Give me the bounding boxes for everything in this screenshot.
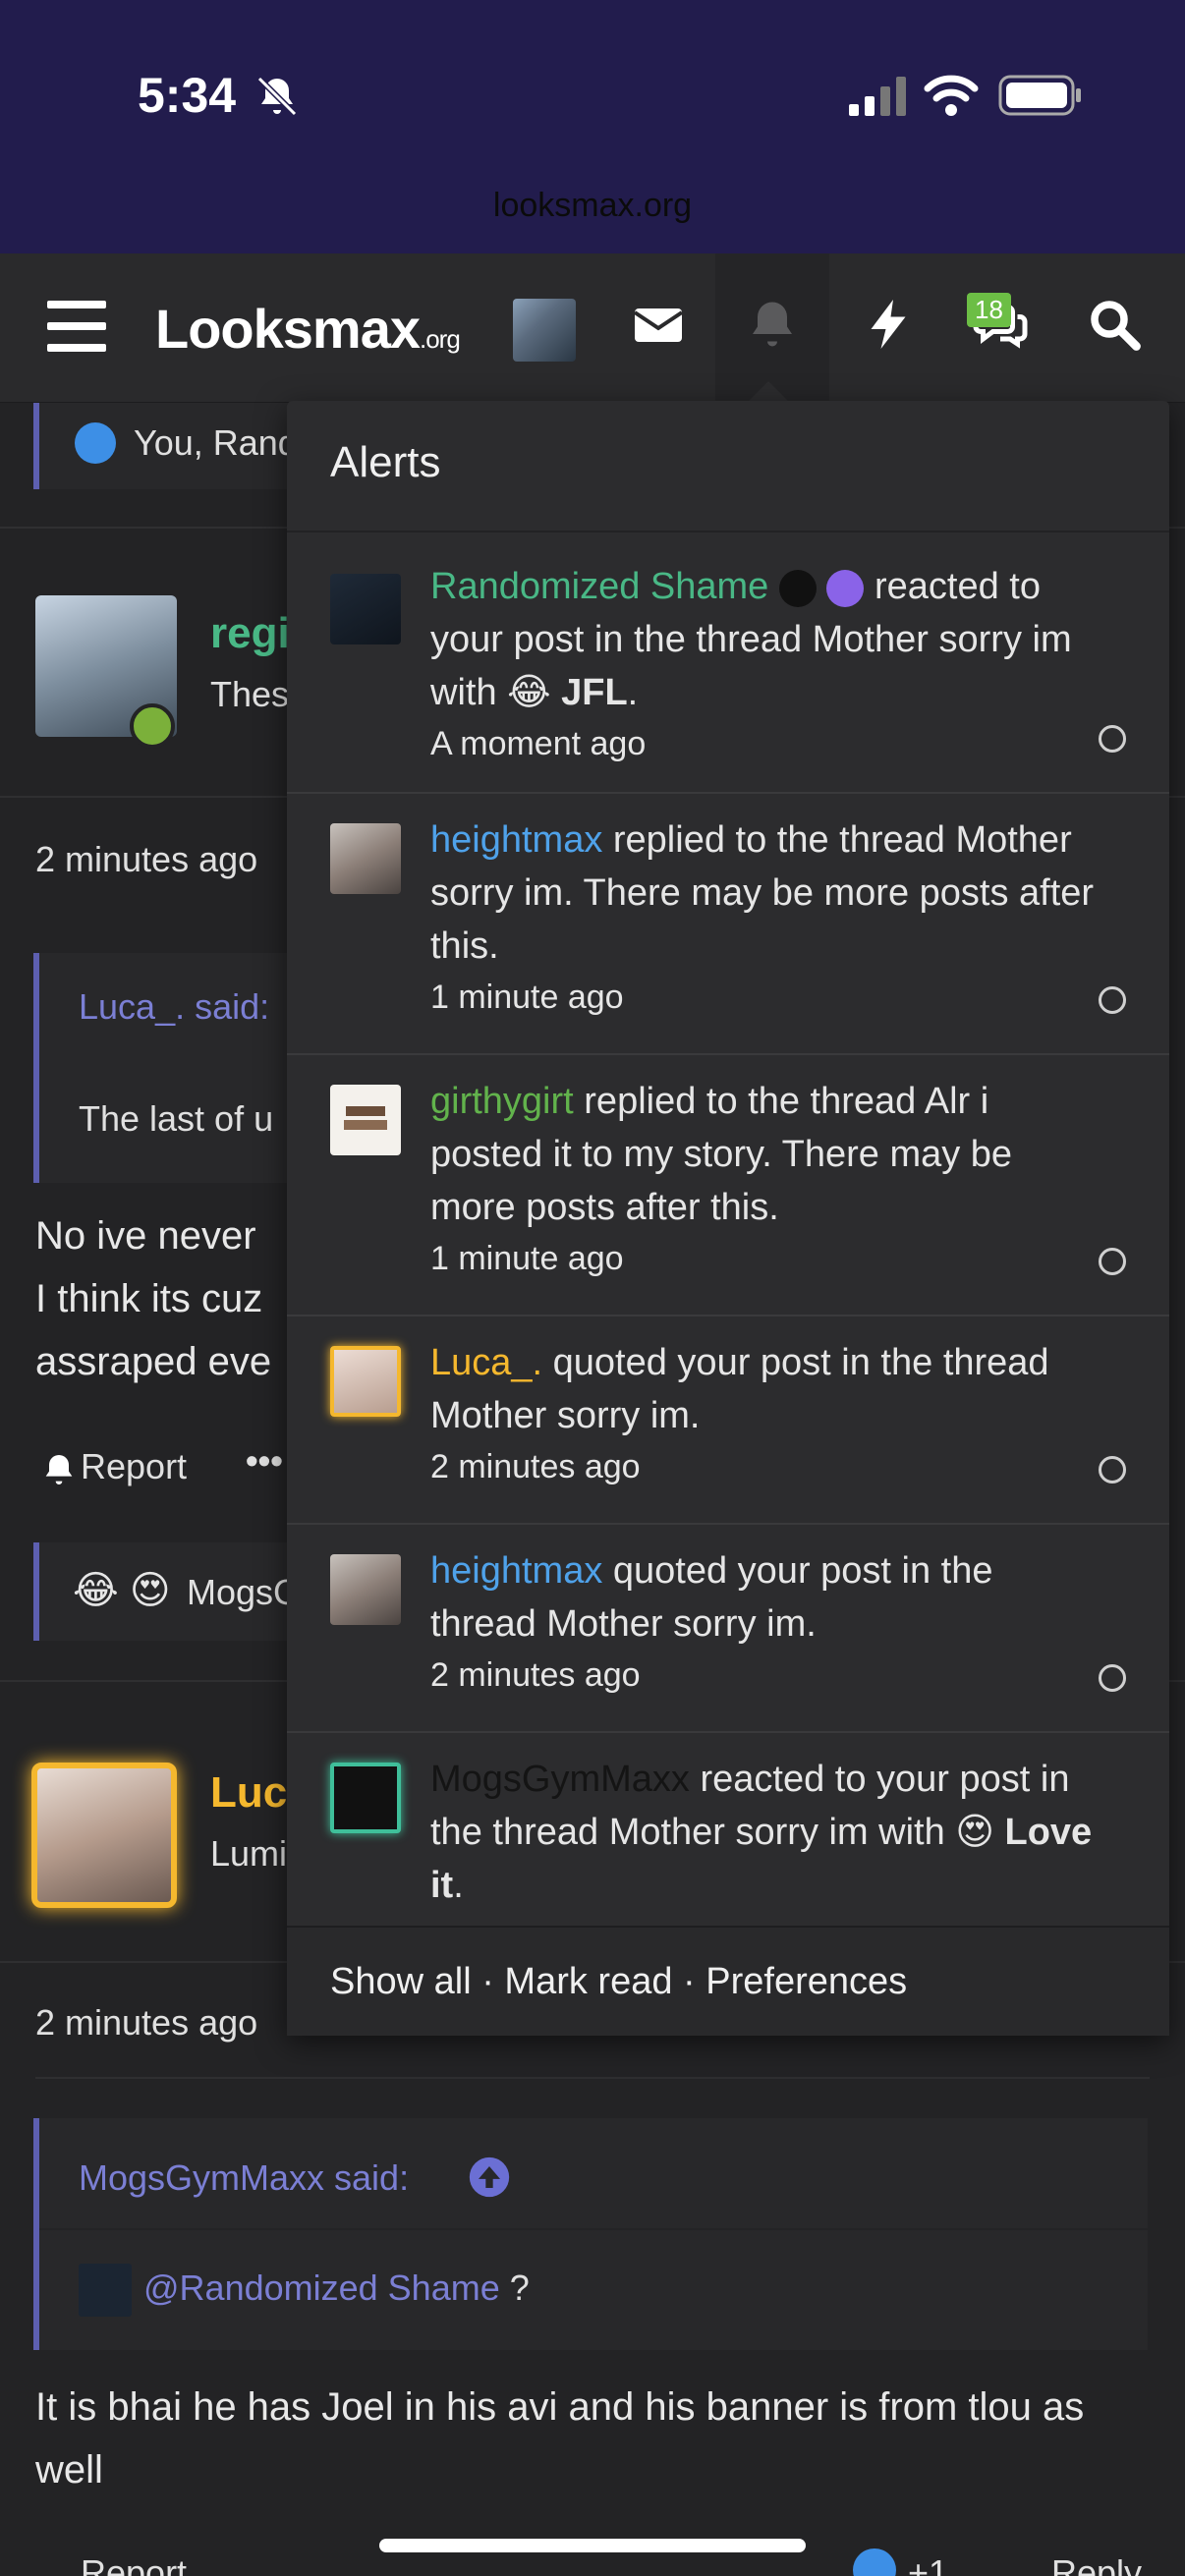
logo-suffix: .org xyxy=(420,324,461,354)
bolt-icon[interactable] xyxy=(859,293,918,356)
alert-item[interactable]: MogsGymMaxx reacted to your post in the … xyxy=(287,1733,1169,1926)
like-icon[interactable] xyxy=(853,2548,896,2576)
verified-check-icon xyxy=(826,569,865,607)
alert-avatar[interactable] xyxy=(330,1346,401,1417)
browser-status-bar: 5:34 looksmax.org xyxy=(0,0,1185,253)
alert-timestamp: 1 minute ago xyxy=(430,979,624,1016)
quote-text: The last of u xyxy=(79,1098,274,1139)
post-username[interactable]: Luc xyxy=(210,1768,287,1818)
alert-avatar[interactable] xyxy=(330,1763,401,1833)
alerts-menu: Alerts Randomized Shame reacted to your … xyxy=(287,401,1169,2036)
alert-timestamp: 2 minutes ago xyxy=(430,1448,641,1485)
reaction-summary: You, Rand xyxy=(134,422,298,463)
reply-button[interactable]: Reply xyxy=(1051,2552,1142,2576)
post-body-line: I think its cuz xyxy=(35,1277,263,1320)
address-bar[interactable]: looksmax.org xyxy=(0,187,1185,225)
alert-text-end: . xyxy=(627,672,639,713)
cellular-signal-icon xyxy=(849,77,906,116)
user-mention-link[interactable]: @Randomized Shame xyxy=(143,2268,500,2308)
alert-item[interactable]: girthygirt replied to the thread Alr i p… xyxy=(287,1055,1169,1316)
reaction-emojis: 😂 😍 xyxy=(73,1569,171,1612)
more-options-button[interactable]: ••• xyxy=(246,1440,283,1482)
alert-item[interactable]: Luca_. quoted your post in the thread Mo… xyxy=(287,1316,1169,1525)
logo-text: Looksmax xyxy=(155,298,421,360)
reaction-bar[interactable]: 😂 😍 MogsG xyxy=(33,1542,328,1641)
post-body: It is bhai he has Joel in his avi and hi… xyxy=(35,2385,1085,2492)
alert-avatar[interactable] xyxy=(330,1554,401,1625)
show-all-link[interactable]: Show all xyxy=(330,1961,472,2002)
alert-avatar[interactable] xyxy=(330,1085,401,1155)
alert-reaction: 😂 JFL xyxy=(507,672,628,713)
quote-block: MogsGymMaxx said: @Randomized Shame ? xyxy=(33,2118,1148,2350)
alert-username[interactable]: Luca_. xyxy=(430,1342,542,1383)
preferences-link[interactable]: Preferences xyxy=(705,1961,907,2002)
alerts-pointer xyxy=(747,381,790,403)
alert-username[interactable]: girthygirt xyxy=(430,1081,574,1122)
mail-icon[interactable] xyxy=(629,293,688,356)
alerts-footer: Show all · Mark read · Preferences xyxy=(287,1926,1169,2036)
silent-mode-icon xyxy=(256,76,298,117)
wifi-icon xyxy=(924,75,979,116)
like-count: +1 xyxy=(908,2552,949,2576)
alert-username[interactable]: Randomized Shame xyxy=(430,566,768,607)
search-icon[interactable] xyxy=(1085,293,1144,356)
mark-read-toggle[interactable] xyxy=(1099,725,1126,753)
alerts-title: Alerts xyxy=(330,438,441,486)
alert-timestamp: 1 minute ago xyxy=(430,1240,624,1277)
bell-icon xyxy=(753,302,792,347)
quote-block: Luca_. said: The last of u xyxy=(33,953,328,1183)
reaction-summary: MogsG xyxy=(187,1572,302,1612)
conversations-badge: 18 xyxy=(967,293,1011,327)
post-timestamp[interactable]: 2 minutes ago xyxy=(35,2002,257,2044)
post-body-line: assraped eve xyxy=(35,1340,272,1383)
user-avatar[interactable] xyxy=(513,299,576,362)
online-indicator xyxy=(130,703,175,749)
post-usertitle: Lumi xyxy=(210,1833,288,1874)
site-header: Looksmax.org 18 xyxy=(0,253,1185,403)
mark-read-link[interactable]: Mark read xyxy=(504,1961,672,2002)
alert-item[interactable]: heightmax replied to the thread Mother s… xyxy=(287,794,1169,1055)
menu-icon[interactable] xyxy=(47,301,106,354)
post-usertitle: Thes xyxy=(210,674,290,714)
quote-text: ? xyxy=(499,2268,530,2308)
site-logo[interactable]: Looksmax.org xyxy=(155,297,461,361)
alert-item[interactable]: Randomized Shame reacted to your post in… xyxy=(287,532,1169,794)
alert-text-end: . xyxy=(453,1865,464,1906)
alert-username[interactable]: heightmax xyxy=(430,1550,602,1592)
alert-username[interactable]: heightmax xyxy=(430,819,602,861)
go-to-quote-icon[interactable] xyxy=(468,2156,511,2199)
alert-avatar[interactable] xyxy=(330,574,401,644)
battery-icon xyxy=(998,75,1081,116)
alert-username[interactable]: MogsGymMaxx xyxy=(430,1759,690,1800)
post-avatar[interactable] xyxy=(31,1763,177,1908)
clock: 5:34 xyxy=(138,68,237,123)
mark-read-toggle[interactable] xyxy=(1099,986,1126,1014)
quote-author[interactable]: MogsGymMaxx said: xyxy=(79,2157,409,2199)
alert-item[interactable]: heightmax quoted your post in the thread… xyxy=(287,1525,1169,1733)
separator: · xyxy=(471,1961,505,2002)
mark-read-toggle[interactable] xyxy=(1099,1664,1126,1692)
post-timestamp[interactable]: 2 minutes ago xyxy=(35,839,257,880)
report-button[interactable]: Report xyxy=(81,2552,187,2576)
bell-icon xyxy=(45,1455,73,1484)
alert-timestamp: 2 minutes ago xyxy=(430,1656,641,1694)
separator: · xyxy=(672,1961,706,2002)
post-body-line: No ive never xyxy=(35,1214,256,1258)
home-indicator[interactable] xyxy=(379,2539,806,2552)
mention-avatar xyxy=(79,2264,132,2317)
alert-avatar[interactable] xyxy=(330,823,401,894)
mark-read-toggle[interactable] xyxy=(1099,1456,1126,1484)
post-username[interactable]: regi xyxy=(210,609,290,658)
mark-read-toggle[interactable] xyxy=(1099,1248,1126,1275)
like-icon xyxy=(75,422,116,464)
quote-author[interactable]: Luca_. said: xyxy=(79,986,269,1028)
report-button[interactable]: Report xyxy=(81,1446,187,1487)
alert-timestamp: A moment ago xyxy=(430,725,647,762)
verified-badge-icon xyxy=(778,569,817,607)
reaction-bar[interactable]: You, Rand xyxy=(33,403,328,489)
